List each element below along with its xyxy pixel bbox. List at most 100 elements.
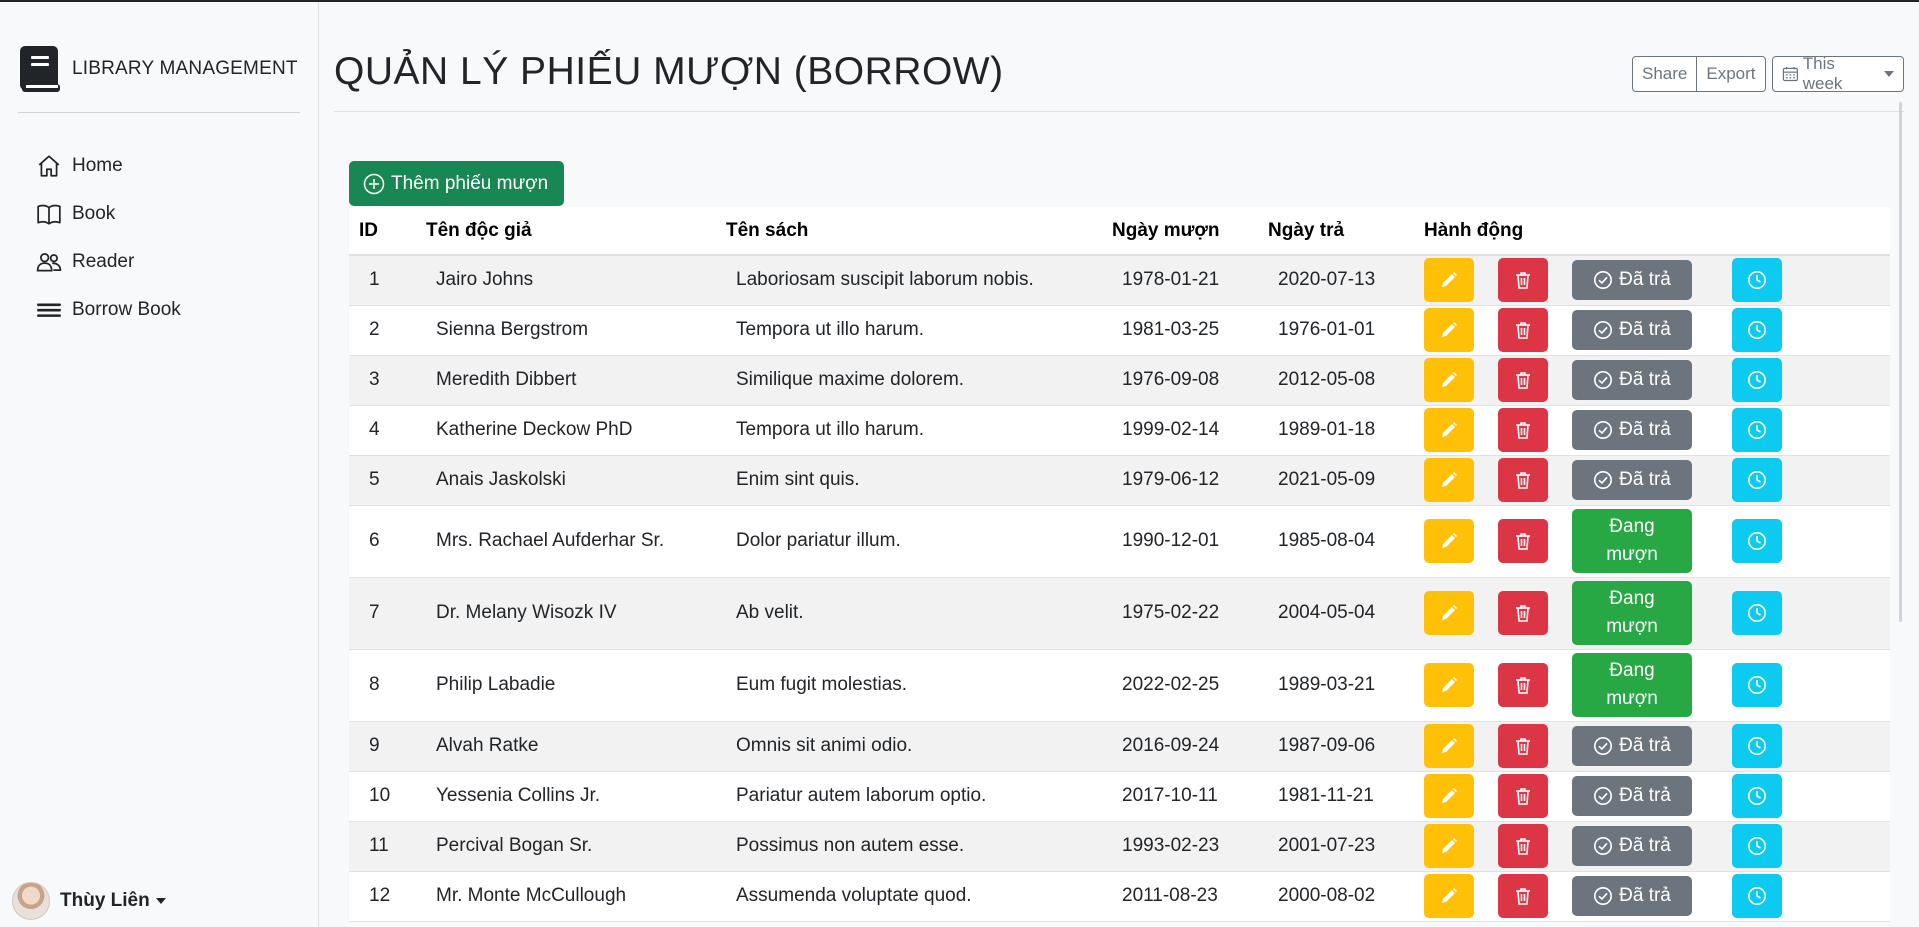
status-returned-button[interactable]: Đã trả: [1572, 410, 1692, 450]
delete-button[interactable]: [1498, 774, 1548, 818]
pencil-icon: [1442, 533, 1457, 548]
clock-icon: [1748, 604, 1766, 622]
cell-actions: Đã trả: [1414, 821, 1890, 872]
this-week-dropdown[interactable]: This week: [1772, 54, 1904, 93]
edit-button[interactable]: [1424, 724, 1474, 768]
scrollbar[interactable]: [1889, 2, 1904, 927]
delete-button[interactable]: [1498, 408, 1548, 452]
column-header-reader: Tên độc giả: [416, 207, 716, 256]
delete-button[interactable]: [1498, 458, 1548, 502]
sidebar-item-borrow-book[interactable]: Borrow Book: [36, 286, 181, 334]
delete-button[interactable]: [1498, 724, 1548, 768]
cell-borrow-date: 1999-02-14: [1102, 405, 1258, 456]
sidebar-item-reader[interactable]: Reader: [36, 238, 181, 286]
list-icon: [37, 303, 61, 317]
delete-button[interactable]: [1498, 874, 1548, 918]
pencil-icon: [1442, 472, 1457, 487]
trash-icon: [1516, 838, 1530, 855]
add-borrow-button[interactable]: Thêm phiếu mượn: [349, 161, 565, 206]
cell-reader: Meredith Dibbert: [416, 355, 716, 406]
column-header-return-date: Ngày trả: [1258, 207, 1414, 256]
history-button[interactable]: [1732, 408, 1782, 452]
cell-reader: Mr. Monte McCullough: [416, 871, 716, 922]
history-button[interactable]: [1732, 591, 1782, 635]
history-button[interactable]: [1732, 663, 1782, 707]
delete-button[interactable]: [1498, 308, 1548, 352]
cell-id: 6: [349, 505, 416, 578]
cell-return-date: 1989-03-21: [1258, 649, 1414, 722]
pencil-icon: [1442, 788, 1457, 803]
status-returned-button[interactable]: Đã trả: [1572, 876, 1692, 916]
status-returned-button[interactable]: Đã trả: [1572, 460, 1692, 500]
edit-button[interactable]: [1424, 408, 1474, 452]
table-row: 1 Jairo Johns Laboriosam suscipit laboru…: [349, 255, 1890, 306]
delete-button[interactable]: [1498, 258, 1548, 303]
history-button[interactable]: [1732, 874, 1782, 918]
history-button[interactable]: [1732, 824, 1782, 868]
status-returned-button[interactable]: Đã trả: [1572, 310, 1692, 350]
cell-return-date: 1989-01-18: [1258, 405, 1414, 456]
status-borrowing-button[interactable]: Đang mượn: [1572, 653, 1692, 717]
status-label: Đã trả: [1619, 319, 1671, 340]
book-icon: [20, 46, 60, 92]
status-borrowing-button[interactable]: Đang mượn: [1572, 581, 1692, 645]
history-button[interactable]: [1732, 258, 1782, 303]
people-icon: [36, 253, 62, 272]
status-returned-button[interactable]: Đã trả: [1572, 826, 1692, 866]
cell-book: Dolor pariatur illum.: [716, 505, 1102, 578]
edit-button[interactable]: [1424, 458, 1474, 502]
cell-borrow-date: 2016-09-24: [1102, 721, 1258, 772]
edit-button[interactable]: [1424, 663, 1474, 707]
edit-button[interactable]: [1424, 874, 1474, 918]
trash-icon: [1516, 422, 1530, 439]
clock-icon: [1748, 271, 1766, 290]
status-returned-button[interactable]: Đã trả: [1572, 260, 1692, 301]
trash-icon: [1516, 677, 1530, 694]
delete-button[interactable]: [1498, 358, 1548, 402]
column-header-id: ID: [349, 207, 416, 256]
edit-button[interactable]: [1424, 824, 1474, 868]
delete-button[interactable]: [1498, 519, 1548, 563]
edit-button[interactable]: [1424, 591, 1474, 635]
table-row: 12 Mr. Monte McCullough Assumenda volupt…: [349, 871, 1890, 922]
scrollbar-thumb[interactable]: [1899, 102, 1902, 622]
cell-borrow-date: 1981-03-25: [1102, 305, 1258, 356]
edit-button[interactable]: [1424, 258, 1474, 303]
cell-reader: Yessenia Collins Jr.: [416, 771, 716, 822]
status-borrowing-button[interactable]: Đang mượn: [1572, 509, 1692, 573]
export-button[interactable]: Export: [1697, 56, 1766, 92]
cell-borrow-date: 1976-09-08: [1102, 355, 1258, 406]
brand[interactable]: LIBRARY MANAGEMENT: [18, 44, 298, 94]
history-button[interactable]: [1732, 308, 1782, 352]
edit-button[interactable]: [1424, 774, 1474, 818]
history-button[interactable]: [1732, 519, 1782, 563]
avatar: [12, 882, 50, 920]
edit-button[interactable]: [1424, 308, 1474, 352]
delete-button[interactable]: [1498, 663, 1548, 707]
status-returned-button[interactable]: Đã trả: [1572, 726, 1692, 766]
column-header-book: Tên sách: [716, 207, 1102, 256]
cell-return-date: 1981-11-21: [1258, 771, 1414, 822]
share-button[interactable]: Share: [1632, 56, 1698, 92]
sidebar-item-home[interactable]: Home: [36, 142, 181, 190]
table-row: 10 Yessenia Collins Jr. Pariatur autem l…: [349, 771, 1890, 822]
cell-borrow-date: 1993-02-23: [1102, 821, 1258, 872]
edit-button[interactable]: [1424, 519, 1474, 563]
user-menu[interactable]: Thùy Liên: [12, 882, 166, 920]
history-button[interactable]: [1732, 458, 1782, 502]
status-returned-button[interactable]: Đã trả: [1572, 776, 1692, 816]
sidebar-item-book[interactable]: Book: [36, 190, 181, 238]
delete-button[interactable]: [1498, 591, 1548, 635]
history-button[interactable]: [1732, 724, 1782, 768]
cell-actions: Đã trả: [1414, 405, 1890, 456]
status-returned-button[interactable]: Đã trả: [1572, 360, 1692, 400]
cell-borrow-date: 1978-01-21: [1102, 255, 1258, 306]
delete-button[interactable]: [1498, 824, 1548, 868]
table-row: 9 Alvah Ratke Omnis sit animi odio. 2016…: [349, 721, 1890, 772]
cell-id: 3: [349, 355, 416, 406]
cell-reader: Jairo Johns: [416, 255, 716, 306]
edit-button[interactable]: [1424, 358, 1474, 402]
history-button[interactable]: [1732, 358, 1782, 402]
history-button[interactable]: [1732, 774, 1782, 818]
sidebar: LIBRARY MANAGEMENT Home Book Reader Borr…: [0, 2, 319, 927]
